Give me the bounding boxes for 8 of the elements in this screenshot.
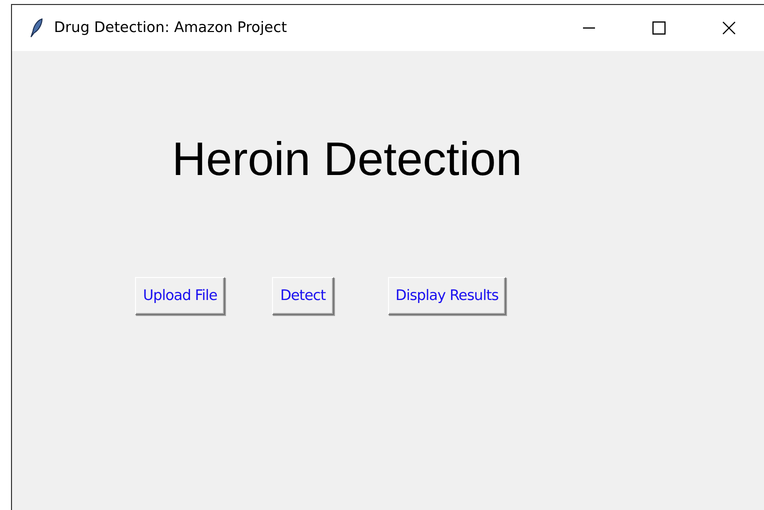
maximize-icon[interactable]	[651, 20, 667, 36]
feather-icon	[28, 18, 44, 38]
action-button[interactable]: Detect	[272, 277, 334, 315]
action-button[interactable]: Upload File	[135, 277, 226, 315]
close-icon[interactable]	[721, 20, 737, 36]
window-title: Drug Detection: Amazon Project	[54, 20, 288, 36]
heading: Heroin Detection	[172, 133, 522, 185]
action-button[interactable]: Display Results	[388, 277, 506, 315]
